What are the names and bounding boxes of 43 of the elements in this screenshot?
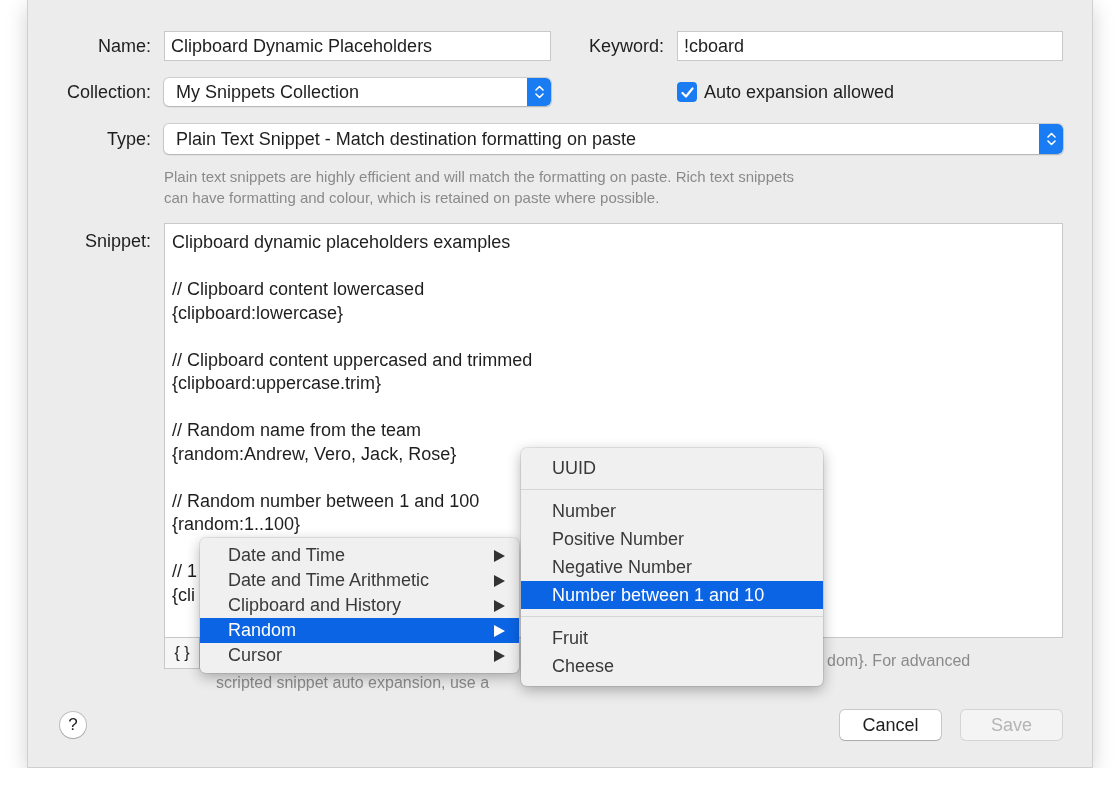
cancel-button[interactable]: Cancel <box>840 710 941 740</box>
menu-item[interactable]: Number between 1 and 10 <box>521 581 823 609</box>
snippet-line: // Clipboard content lowercased <box>172 278 425 301</box>
menu-item[interactable]: Date and Time Arithmetic <box>200 568 519 593</box>
type-dropdown[interactable]: Plain Text Snippet - Match destination formatting on paste <box>164 124 1063 154</box>
collection-dropdown[interactable]: My Snippets Collection <box>164 78 551 106</box>
field-label: Name: <box>97 35 151 57</box>
menu-item[interactable]: UUID <box>521 454 823 482</box>
up-down-chevron-icon <box>1046 131 1056 147</box>
snippet-line: {random:1..100} <box>172 513 301 536</box>
keyword-field[interactable]: !cboard <box>677 31 1063 61</box>
snippet-line: // Clipboard content uppercased and trimmed <box>172 348 533 372</box>
snippet-line: // 1 <box>172 560 197 583</box>
snippet-line: {cli <box>172 583 195 607</box>
field-label: Snippet: <box>83 230 151 253</box>
hint-text: dom}. For advanced <box>827 651 971 671</box>
field-label: Keyword: <box>587 35 664 57</box>
snippet-line: Clipboard dynamic placeholders examples <box>172 231 511 254</box>
hint-text: Plain text snippets are highly efficient and will match the formatting on paste. Rich text snippets <box>164 167 796 187</box>
menu-item[interactable]: Negative Number <box>521 553 823 581</box>
placeholder-button[interactable]: { } <box>164 638 200 669</box>
menu-item[interactable]: Cheese <box>521 652 823 680</box>
menu-item[interactable]: Date and Time <box>200 543 519 568</box>
checkbox[interactable] <box>677 82 697 102</box>
snippet-line: {clipboard:lowercase} <box>172 301 344 325</box>
field-label: Collection: <box>65 81 151 103</box>
menu-item[interactable]: Positive Number <box>521 525 823 553</box>
name-field[interactable]: Clipboard Dynamic Placeholders <box>164 31 551 61</box>
snippet-line: // Random number between 1 and 100 <box>172 489 480 513</box>
help-button[interactable]: ? <box>60 712 86 738</box>
snippet-line: {random:Andrew, Vero, Jack, Rose} <box>172 442 457 466</box>
checkmark-icon <box>680 86 694 98</box>
menu-item[interactable]: Cursor <box>200 643 519 668</box>
snippet-line: // Random name from the team <box>172 419 422 442</box>
menu-item[interactable]: Random <box>200 618 519 643</box>
hint-text: can have formatting and colour, which is retained on paste where possible. <box>164 188 661 208</box>
hint-text: scripted snippet auto expansion, use a <box>216 673 491 693</box>
menu-item[interactable]: Fruit <box>521 624 823 652</box>
snippet-line: {clipboard:uppercase.trim} <box>172 372 382 395</box>
checkbox-label: Auto expansion allowed <box>704 81 895 103</box>
up-down-chevron-icon <box>534 84 544 100</box>
field-label: Type: <box>105 128 151 150</box>
menu-item[interactable]: Number <box>521 497 823 525</box>
